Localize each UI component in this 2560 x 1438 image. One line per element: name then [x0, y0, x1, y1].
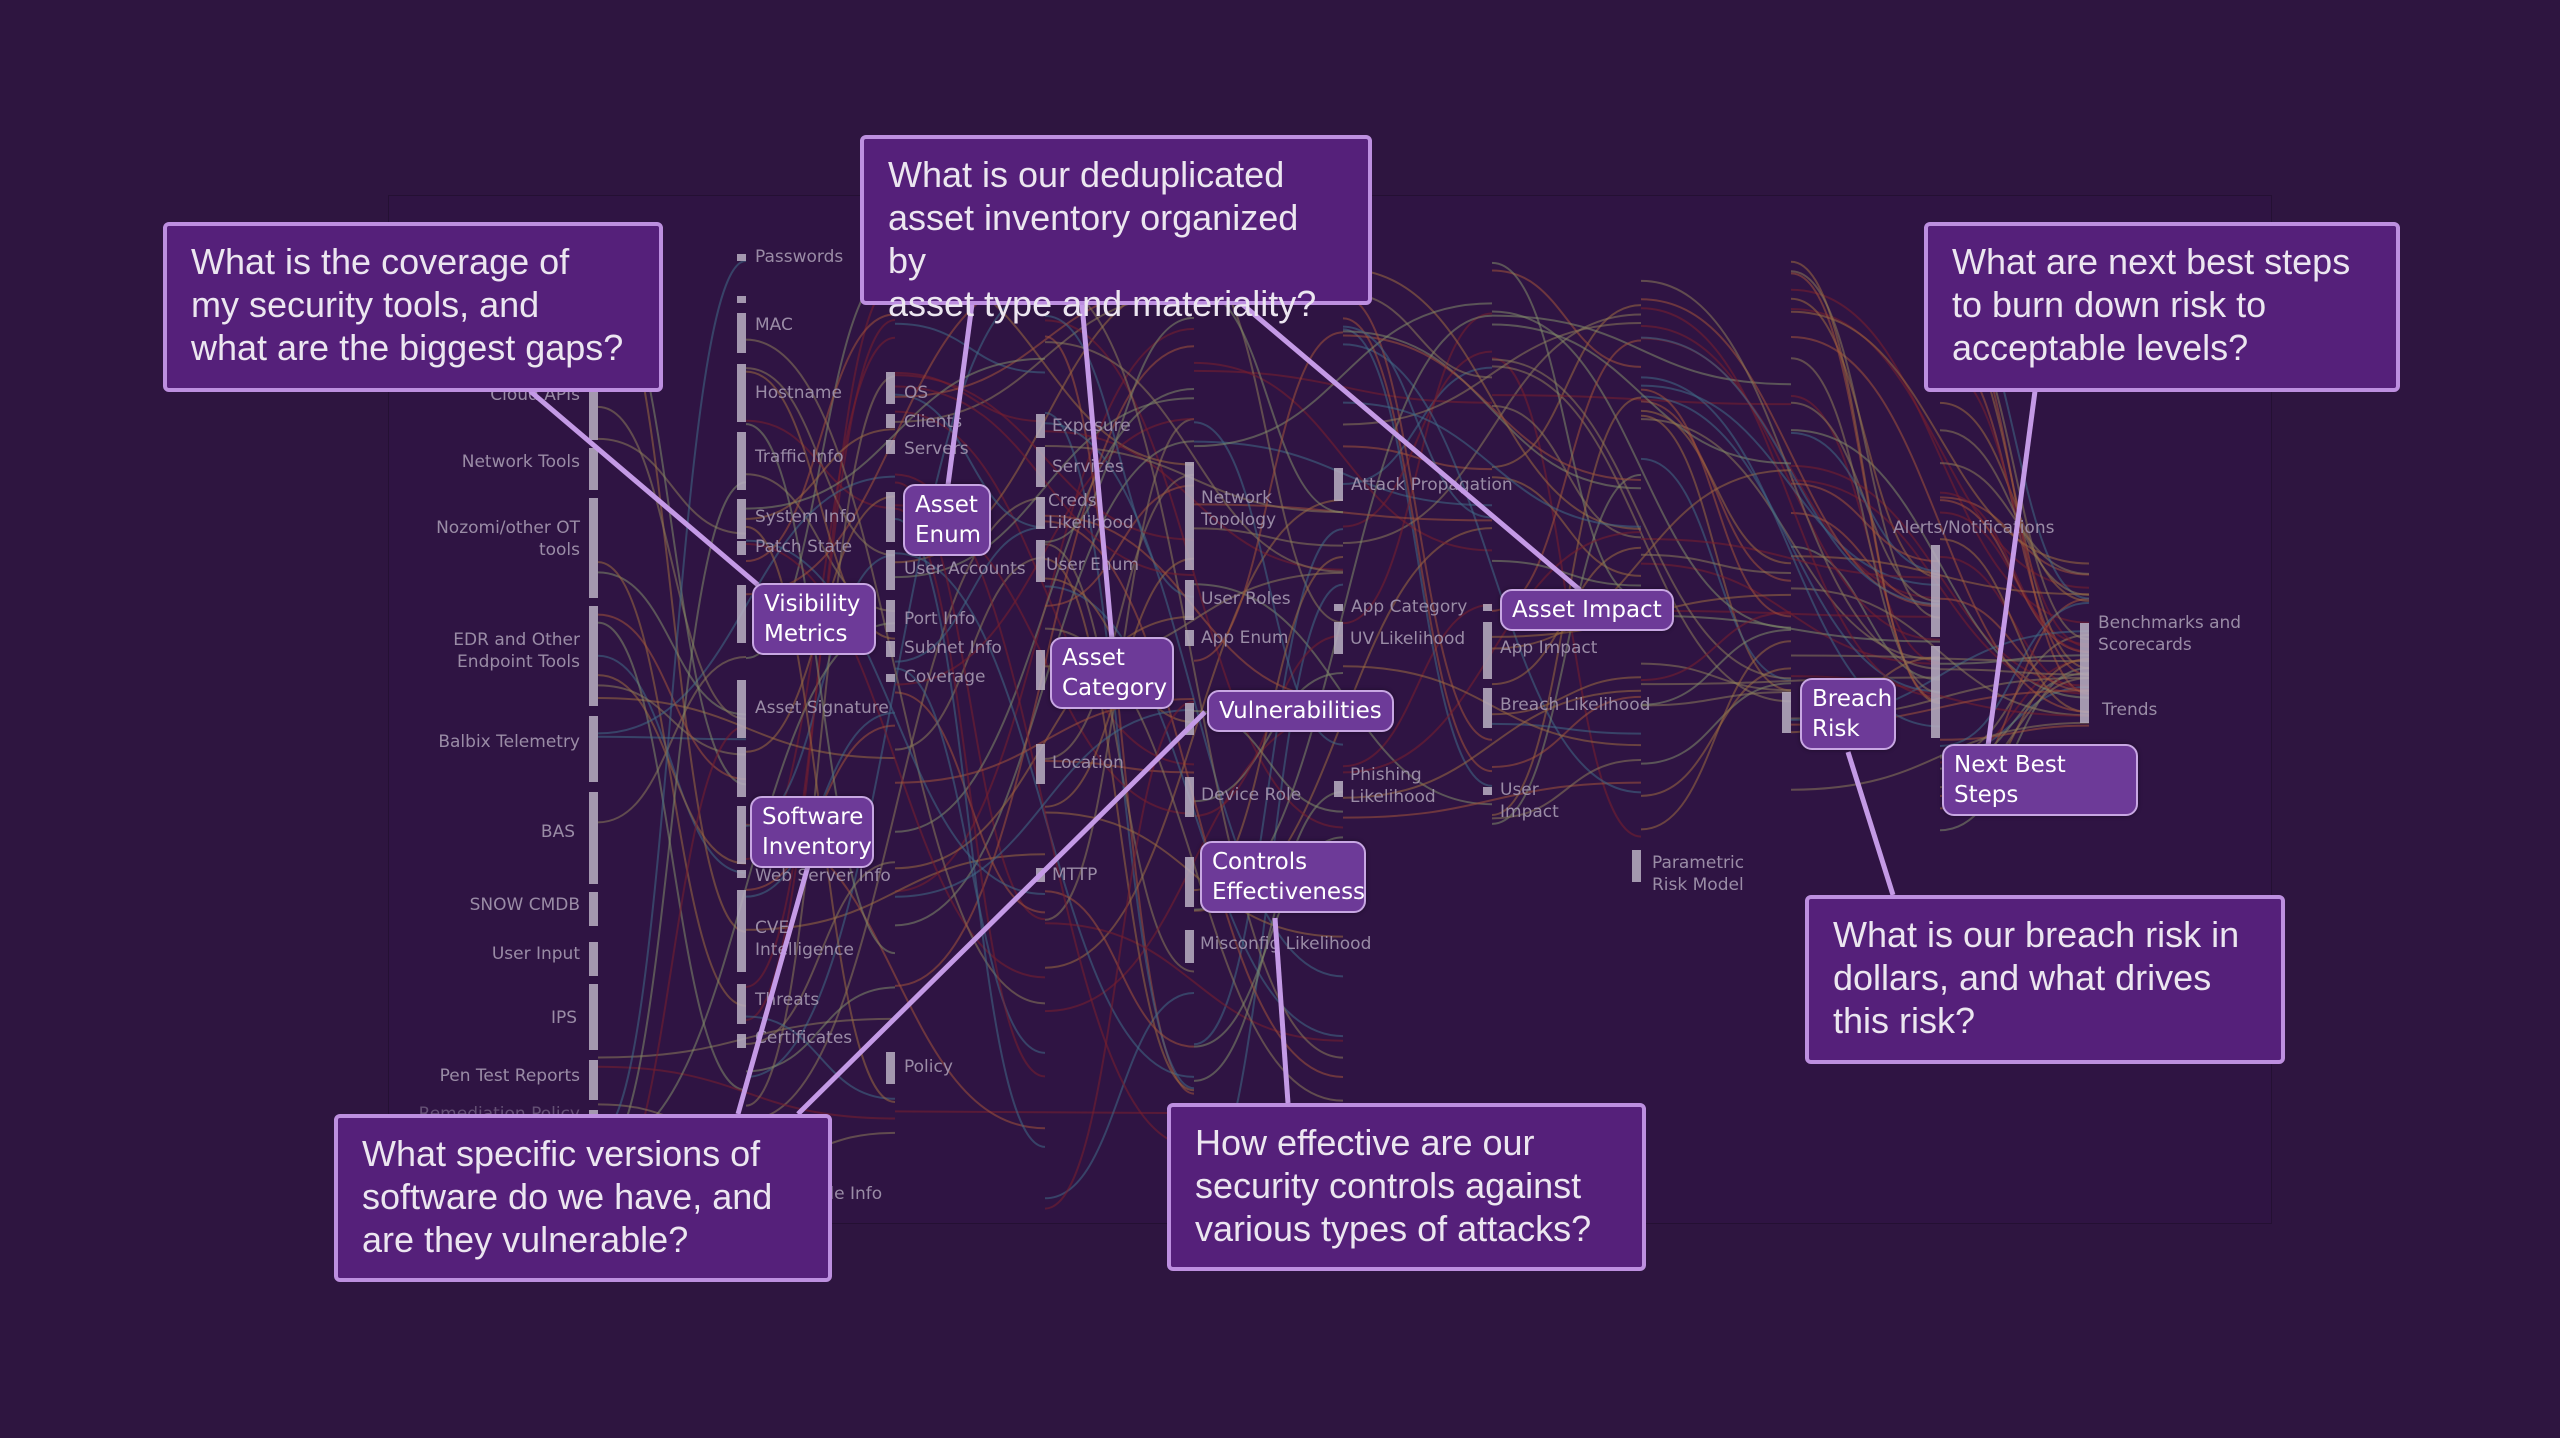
connector-versions-vulns	[796, 710, 1207, 1116]
node-vulnerabilities[interactable]: Vulnerabilities	[1207, 690, 1394, 732]
connector-breach	[1845, 751, 1896, 896]
callout-coverage: What is the coverage of my security tool…	[163, 222, 663, 392]
callout-next-steps: What are next best steps to burn down ri…	[1924, 222, 2400, 392]
callout-breach: What is our breach risk in dollars, and …	[1805, 895, 2285, 1064]
node-controls-effectiveness[interactable]: Controls Effectiveness	[1200, 841, 1366, 913]
node-asset-enum[interactable]: Asset Enum	[903, 484, 991, 556]
connector-inventory-enum	[945, 303, 975, 486]
node-software-inventory[interactable]: Software Inventory	[750, 796, 874, 868]
callout-versions: What specific versions of software do we…	[334, 1114, 832, 1282]
connector-inventory-category	[1079, 303, 1115, 641]
connector-inventory-impact	[1240, 302, 1582, 592]
node-visibility-metrics[interactable]: Visibility Metrics	[752, 583, 876, 655]
connector-versions-software	[735, 865, 811, 1115]
connector-next-steps	[1985, 390, 2038, 747]
node-asset-impact[interactable]: Asset Impact	[1500, 589, 1674, 631]
connector-coverage	[528, 389, 760, 587]
node-asset-category[interactable]: Asset Category	[1050, 637, 1174, 709]
node-next-best-steps[interactable]: Next Best Steps	[1942, 744, 2138, 816]
node-breach-risk[interactable]: Breach Risk	[1800, 678, 1896, 750]
connector-controls	[1272, 917, 1291, 1104]
callout-controls: How effective are our security controls …	[1167, 1103, 1646, 1271]
callout-inventory: What is our deduplicated asset inventory…	[860, 135, 1372, 324]
